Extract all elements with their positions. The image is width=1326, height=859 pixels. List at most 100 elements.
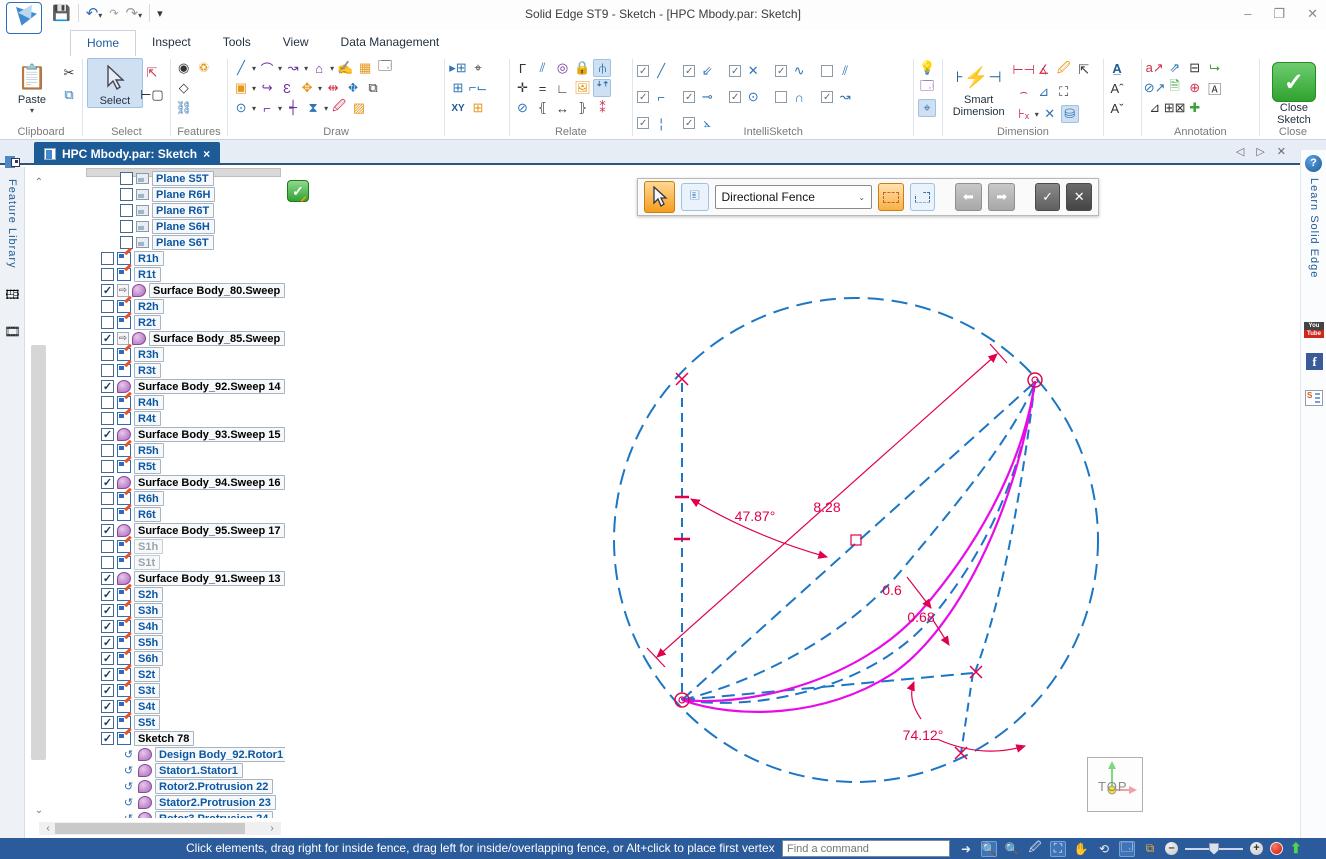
pathfinder-item[interactable]: ✓Surface Body_94.Sweep 16 bbox=[50, 474, 285, 490]
radial-leader-1[interactable] bbox=[907, 577, 931, 608]
tab-close-icon[interactable]: × bbox=[203, 147, 210, 161]
tab-scroll-left-icon[interactable]: ◁ bbox=[1236, 145, 1244, 158]
pathfinder-item[interactable]: ↺Stator1.Stator1 bbox=[50, 762, 285, 778]
pathfinder-item[interactable]: R5h bbox=[50, 442, 285, 458]
pan-icon[interactable]: ✋ bbox=[1073, 841, 1089, 857]
pathfinder-item[interactable]: Plane S6T bbox=[50, 234, 285, 250]
wand-icon[interactable]: 🖉 bbox=[1027, 841, 1043, 857]
tangent-icon[interactable]: ⊘ bbox=[513, 99, 531, 117]
lock-icon[interactable]: 🔒 bbox=[573, 59, 591, 77]
intellisketch-parallel-toggle[interactable]: ⫽ bbox=[821, 62, 865, 80]
edge-condition-icon[interactable]: ⊞⊠ bbox=[1166, 99, 1184, 117]
paste-button[interactable]: 📋 Paste▾ bbox=[4, 58, 60, 115]
visibility-checkbox[interactable] bbox=[101, 300, 114, 313]
visibility-checkbox[interactable]: ✓ bbox=[101, 332, 114, 345]
community-icon[interactable]: S bbox=[1305, 390, 1323, 406]
circle-icon[interactable]: ⊙ bbox=[232, 99, 250, 117]
tips-icon[interactable]: 💡 bbox=[918, 59, 936, 77]
document-tab[interactable]: HPC Mbody.par: Sketch × bbox=[34, 142, 220, 165]
pathfinder-item[interactable]: R1h bbox=[50, 250, 285, 266]
equal-icon[interactable]: = bbox=[533, 79, 551, 97]
pathfinder-item[interactable]: ✓Surface Body_91.Sweep 13 bbox=[50, 570, 285, 586]
visibility-checkbox[interactable] bbox=[101, 396, 114, 409]
checkbox-perpendicular[interactable]: ✓ bbox=[637, 91, 649, 103]
visibility-checkbox[interactable] bbox=[101, 364, 114, 377]
text-shrink-icon[interactable]: Aˇ bbox=[1108, 99, 1126, 117]
checkbox-tangent-arc[interactable] bbox=[775, 91, 787, 103]
pathfinder-item[interactable]: S1h bbox=[50, 538, 285, 554]
alerts-icon[interactable] bbox=[1270, 842, 1283, 855]
checkbox-tangent[interactable]: ✓ bbox=[821, 91, 833, 103]
angle-dimension-arc-bottom-1[interactable] bbox=[912, 682, 921, 719]
visibility-checkbox[interactable] bbox=[101, 556, 114, 569]
pathfinder-item[interactable]: ✓S4h bbox=[50, 618, 285, 634]
symbol-add-icon[interactable]: 🗎 bbox=[1166, 79, 1184, 97]
pathfinder-item[interactable]: ✓Surface Body_92.Sweep 14 bbox=[50, 378, 285, 394]
dimension-angle-left[interactable]: 47.87° bbox=[735, 508, 776, 524]
horizontal-scrollbar[interactable]: ‹ › bbox=[39, 822, 281, 835]
revert-link-icon[interactable]: ↺ bbox=[122, 764, 135, 777]
visibility-checkbox[interactable] bbox=[120, 188, 133, 201]
select-button[interactable]: Select bbox=[87, 58, 143, 108]
pathfinder-item[interactable]: ✓S2t bbox=[50, 666, 285, 682]
axis-dimension-icon[interactable]: ✕ bbox=[1041, 105, 1059, 123]
stretch-icon[interactable]: ⇹ bbox=[324, 79, 342, 97]
zoom-in-button[interactable]: + bbox=[1250, 842, 1263, 855]
revert-link-icon[interactable]: ↺ bbox=[122, 796, 135, 809]
center-point-marker[interactable] bbox=[851, 535, 861, 545]
visibility-checkbox[interactable]: ✓ bbox=[101, 604, 114, 617]
selection-options-button[interactable]: 🗉 bbox=[681, 183, 708, 211]
pathfinder-item[interactable]: ✓S4t bbox=[50, 698, 285, 714]
revert-link-icon[interactable]: ↺ bbox=[122, 812, 135, 819]
update-dimension-icon[interactable]: 🖉 bbox=[1055, 61, 1073, 79]
coordinate-dimension-icon[interactable]: ⊿ bbox=[1035, 83, 1053, 101]
visibility-checkbox[interactable]: ✓ bbox=[101, 588, 114, 601]
horizontal-vertical-icon[interactable]: ✛ bbox=[513, 79, 531, 97]
visibility-checkbox[interactable]: ✓ bbox=[101, 716, 114, 729]
feature-callout-icon[interactable]: ✚ bbox=[1186, 99, 1204, 117]
visibility-checkbox[interactable]: ✓ bbox=[101, 700, 114, 713]
tab-view[interactable]: View bbox=[267, 30, 325, 56]
revolve-icon[interactable]: ◉ bbox=[175, 59, 193, 77]
accept-button[interactable]: ✓ bbox=[1035, 183, 1061, 211]
pattern-icon[interactable]: ▦ bbox=[356, 59, 374, 77]
revert-link-icon[interactable]: ↺ bbox=[122, 780, 135, 793]
pathfinder-item[interactable]: R6h bbox=[50, 490, 285, 506]
intellisketch-intersection-toggle[interactable]: ✓✕ bbox=[729, 62, 773, 80]
shape-icon[interactable]: ⌂ bbox=[310, 59, 328, 77]
pathfinder-item[interactable]: R6t bbox=[50, 506, 285, 522]
pathfinder-item[interactable]: ✓⇨Surface Body_85.Sweep bbox=[50, 330, 285, 346]
tab-list-close-icon[interactable]: ✕ bbox=[1277, 145, 1286, 158]
previous-button[interactable]: ⬅ bbox=[955, 183, 982, 211]
scroll-down-icon[interactable]: ⌄ bbox=[32, 805, 46, 816]
select-tool-button[interactable] bbox=[644, 181, 675, 213]
pathfinder-item[interactable]: Plane R6T bbox=[50, 202, 285, 218]
restore-button[interactable]: ❐ bbox=[1273, 6, 1285, 22]
checkbox-point-on-element[interactable]: ✓ bbox=[683, 91, 695, 103]
pathfinder-item[interactable]: R2t bbox=[50, 314, 285, 330]
pathfinder-item[interactable]: R3h bbox=[50, 346, 285, 362]
smart-dimension-button[interactable]: ⊦⚡⊣ Smart Dimension bbox=[947, 58, 1011, 124]
intellisketch-point-on-element-toggle[interactable]: ✓⊸ bbox=[683, 88, 727, 106]
connect-icon[interactable]: Γ bbox=[513, 59, 531, 77]
tab-data-management[interactable]: Data Management bbox=[325, 30, 456, 56]
datum-icon[interactable]: ⊿ bbox=[1146, 99, 1164, 117]
rotate-view-icon[interactable]: ⟲ bbox=[1096, 841, 1112, 857]
sketch-canvas[interactable]: 47.87° 8.28 0.6 0.68 74.12° ✓ 🗉 Directio… bbox=[285, 167, 1300, 838]
suppress-relationship-icon[interactable]: ⁑ bbox=[593, 99, 611, 117]
intellisketch-tangent-toggle[interactable]: ✓↝ bbox=[821, 88, 865, 106]
distance-between-icon[interactable]: ⊢⊣ bbox=[1015, 61, 1033, 79]
checkbox-curve[interactable]: ✓ bbox=[775, 65, 787, 77]
zoom-slider[interactable] bbox=[1185, 848, 1243, 850]
angle-dimension-arc-bottom-2[interactable] bbox=[937, 739, 1025, 751]
pathfinder-item[interactable]: R2h bbox=[50, 298, 285, 314]
pathfinder-item[interactable]: Plane S5T bbox=[50, 170, 285, 186]
fit-icon[interactable]: ⛶ bbox=[1050, 841, 1066, 857]
circle-annotation-icon[interactable]: ⊕ bbox=[1186, 79, 1204, 97]
pathfinder-item[interactable]: ↺Rotor2.Protrusion 22 bbox=[50, 778, 285, 794]
goto-icon[interactable]: ⇨ bbox=[117, 332, 129, 345]
horizontal-scrollbar-thumb[interactable] bbox=[55, 823, 245, 834]
grid-options-icon[interactable]: ⊞ bbox=[469, 99, 487, 117]
visibility-checkbox[interactable]: ✓ bbox=[101, 380, 114, 393]
checkbox-endpoint[interactable]: ✓ bbox=[637, 65, 649, 77]
